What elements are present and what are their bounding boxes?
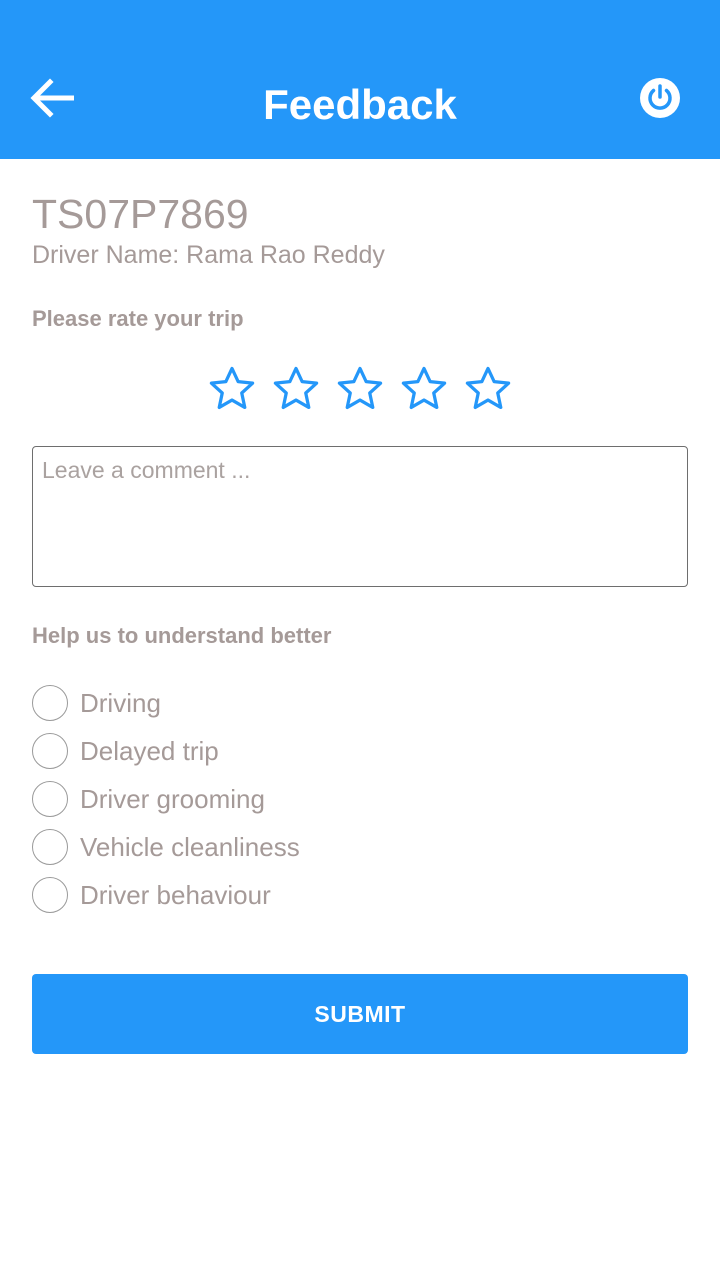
option-driver-behaviour[interactable]: Driver behaviour [32,871,688,919]
power-icon [639,77,681,124]
radio-button[interactable] [32,781,68,817]
driver-name: Driver Name: Rama Rao Reddy [32,241,385,269]
option-label: Driver grooming [80,784,265,814]
feedback-options-list: Driving Delayed trip Driver grooming Veh… [32,679,688,919]
star-outline-icon [465,366,511,410]
star-outline-icon [273,366,319,410]
comment-box [32,446,688,587]
star-4-button[interactable] [396,361,452,417]
logout-button[interactable] [636,76,684,124]
star-outline-icon [209,366,255,410]
star-outline-icon [337,366,383,410]
radio-button[interactable] [32,733,68,769]
comment-input[interactable] [33,447,687,586]
radio-button[interactable] [32,829,68,865]
feedback-options-label: Help us to understand better [32,623,332,648]
star-rating [204,361,516,417]
page-title: Feedback [263,81,457,128]
vehicle-number: TS07P7869 [32,191,249,237]
option-delayed-trip[interactable]: Delayed trip [32,727,688,775]
option-vehicle-cleanliness[interactable]: Vehicle cleanliness [32,823,688,871]
star-5-button[interactable] [460,361,516,417]
app-bar: Feedback [0,0,720,159]
star-3-button[interactable] [332,361,388,417]
option-driver-grooming[interactable]: Driver grooming [32,775,688,823]
submit-button[interactable]: SUBMIT [32,974,688,1054]
option-label: Driving [80,688,161,718]
option-label: Driver behaviour [80,880,271,910]
rating-label: Please rate your trip [32,306,244,331]
radio-button[interactable] [32,685,68,721]
option-driving[interactable]: Driving [32,679,688,727]
star-2-button[interactable] [268,361,324,417]
radio-button[interactable] [32,877,68,913]
feedback-screen: Feedback TS07P7869 Driver Name: Rama Rao… [0,0,720,1280]
option-label: Vehicle cleanliness [80,832,300,862]
star-1-button[interactable] [204,361,260,417]
star-outline-icon [401,366,447,410]
option-label: Delayed trip [80,736,219,766]
